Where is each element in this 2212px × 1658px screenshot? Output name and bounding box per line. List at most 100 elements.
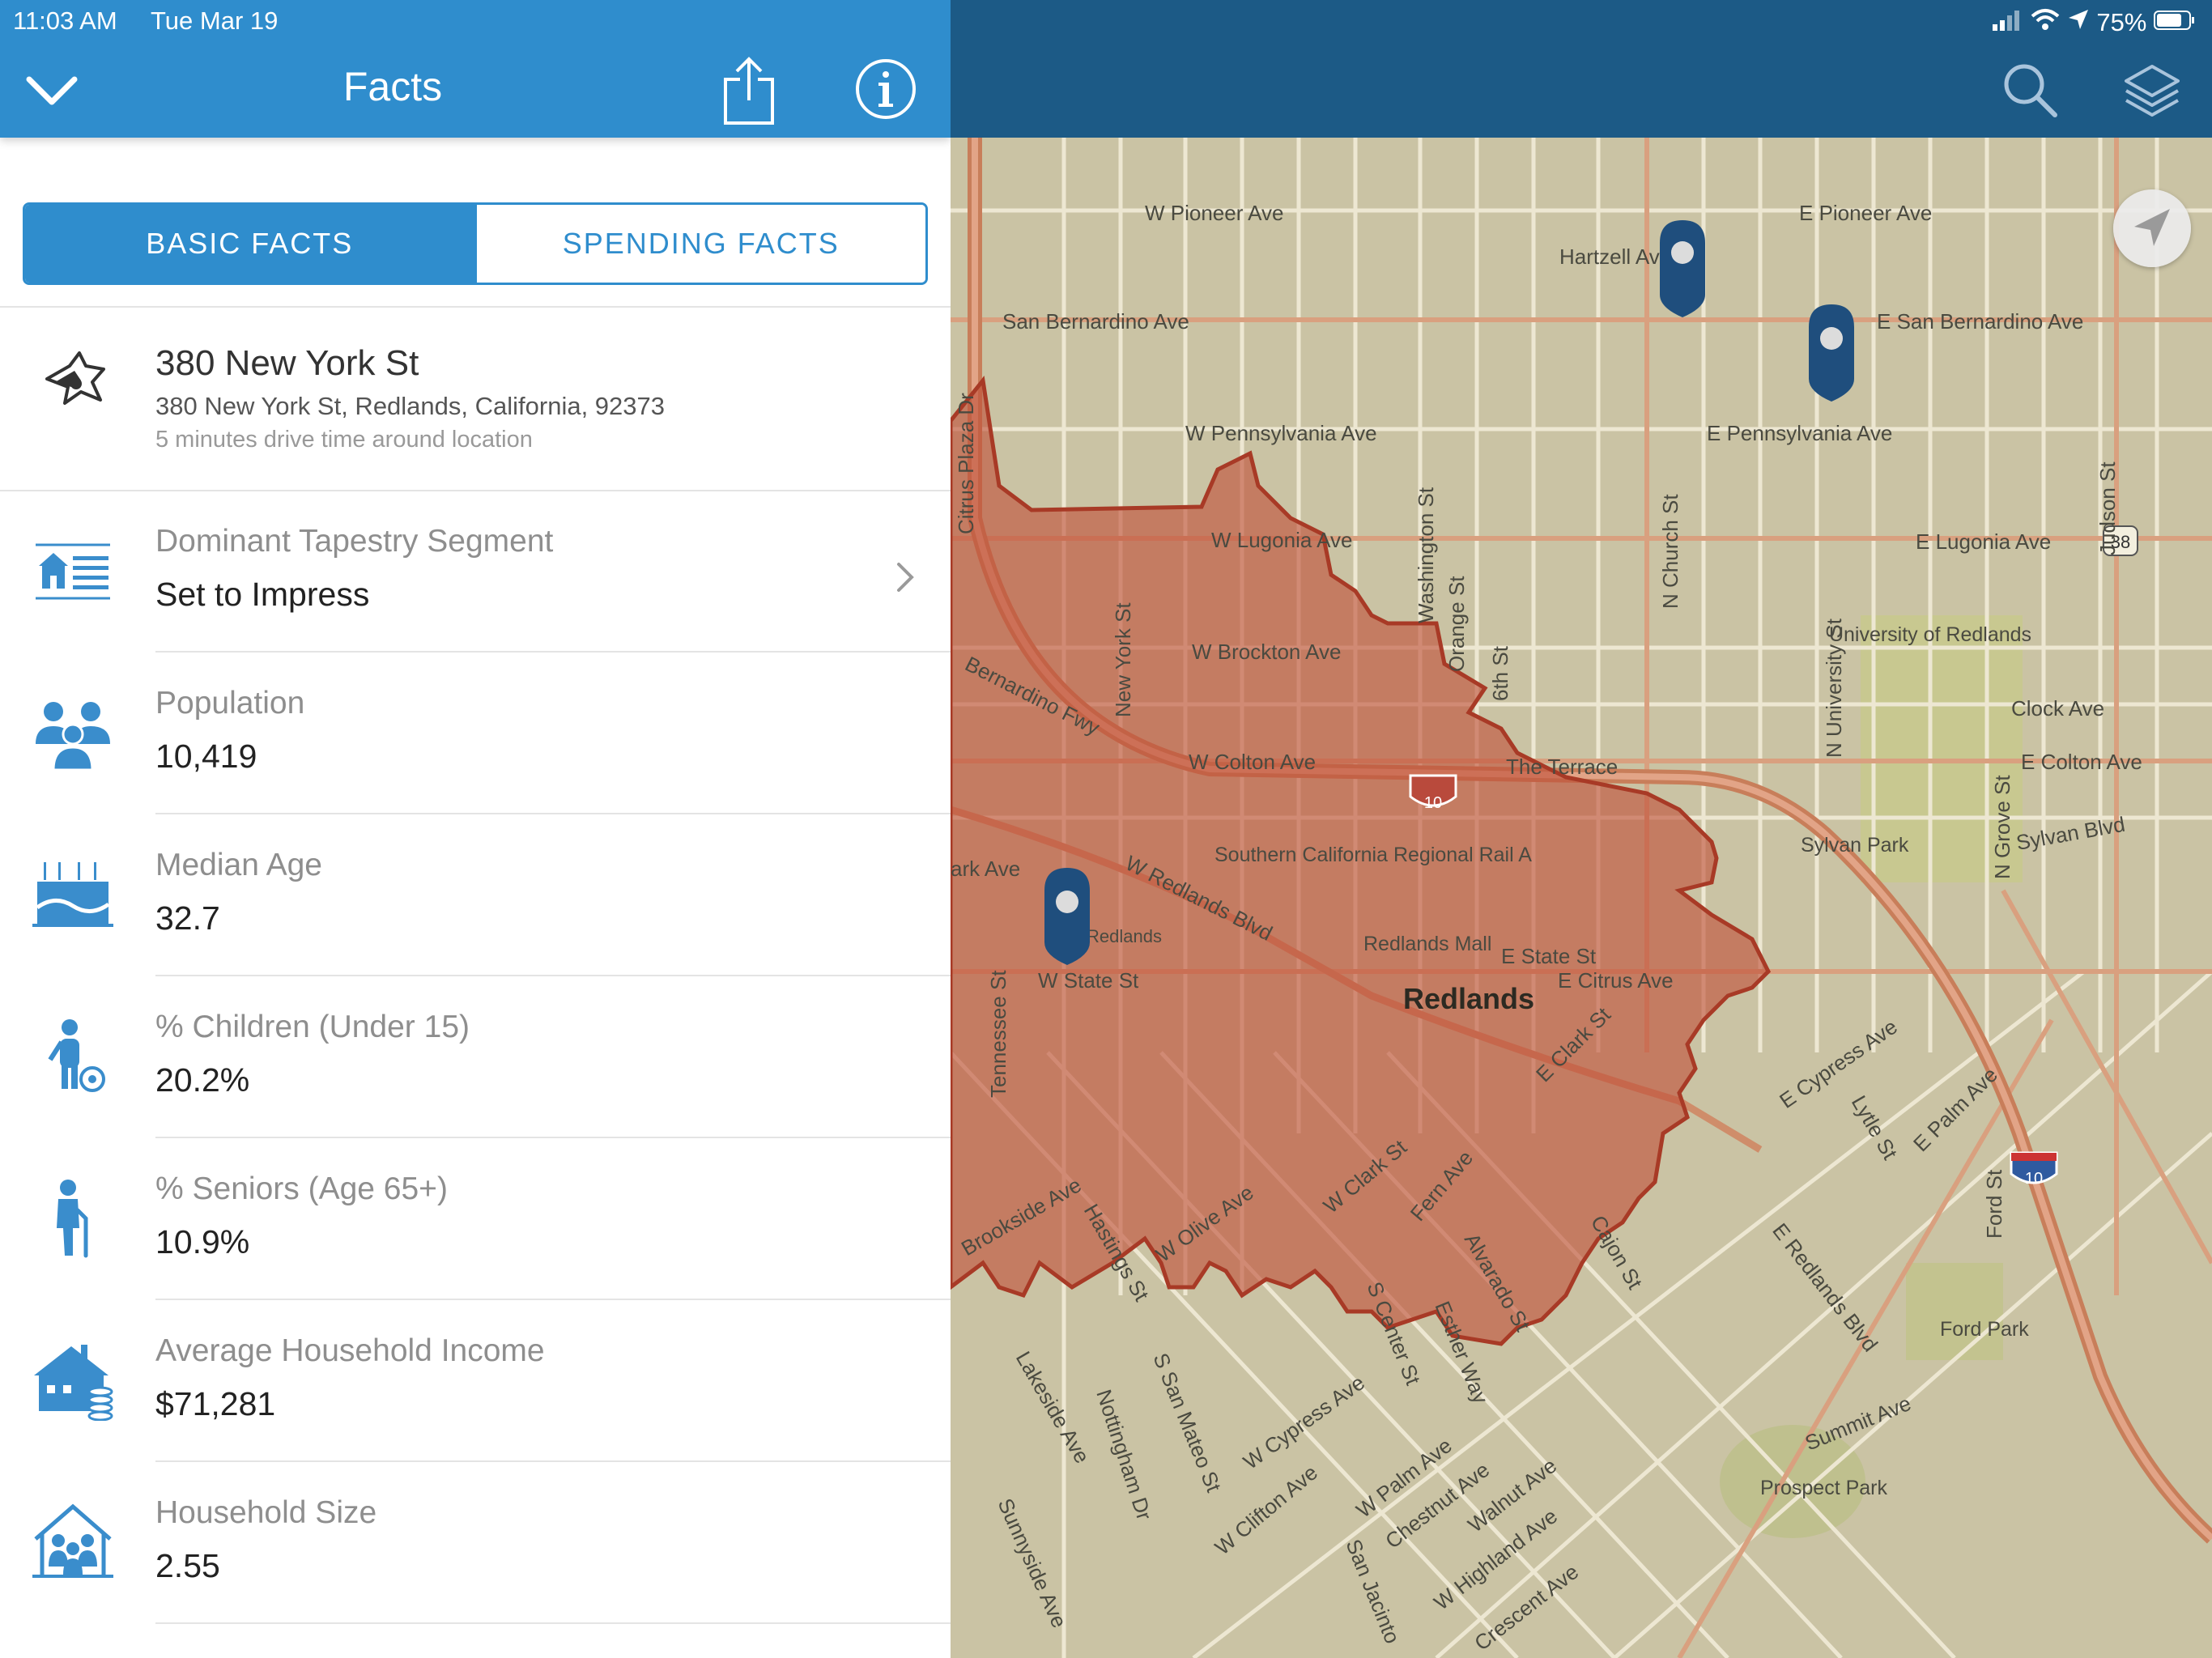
battery-percent: 75% (2096, 7, 2147, 36)
map-label: E Citrus Ave (1558, 968, 1674, 993)
map-label: Clock Ave (2011, 696, 2104, 721)
map-pin[interactable] (1809, 304, 1854, 402)
map-label: Ford St (1982, 1169, 2006, 1239)
divider (0, 306, 951, 308)
share-icon (724, 57, 774, 125)
fact-row-household-size: Household Size 2.55 (0, 1461, 951, 1623)
fact-label: Population (155, 686, 305, 721)
map-label: W Colton Ave (1189, 750, 1316, 774)
facts-panel: 11:03 AM Tue Mar 19 Facts BASIC FACTS SP… (0, 0, 951, 1658)
city-label: Redlands (1403, 982, 1534, 1015)
map-layers-button[interactable] (2120, 58, 2184, 123)
map-label: The Terrace (1506, 755, 1618, 779)
chevron-right-icon (897, 563, 914, 592)
svg-text:10: 10 (1424, 794, 1442, 812)
fact-label: Median Age (155, 848, 322, 882)
current-location-button[interactable] (2113, 189, 2191, 267)
fact-value: 2.55 (155, 1547, 220, 1584)
map-label: Judson St (2095, 461, 2120, 555)
map-label: W Pennsylvania Ave (1185, 421, 1377, 445)
map-label: ark Ave (951, 857, 1020, 881)
map-label: Tennessee St (986, 970, 1010, 1098)
drive-time-icon (45, 351, 105, 405)
fact-row-median-age: Median Age 32.7 (0, 814, 951, 976)
battery-icon (2154, 8, 2196, 37)
map-label: 6th St (1488, 645, 1512, 701)
signal-icon (1991, 8, 2023, 37)
status-date: Tue Mar 19 (151, 6, 279, 35)
map-search-button[interactable] (1998, 58, 2063, 123)
location-title: 380 New York St (155, 343, 419, 383)
fact-value: 20.2% (155, 1061, 250, 1099)
tab-basic-facts[interactable]: BASIC FACTS (25, 205, 474, 283)
navigation-arrow-icon (2134, 209, 2170, 246)
layers-icon (2125, 65, 2180, 117)
fact-row-household-income: Average Household Income $71,281 (0, 1299, 951, 1461)
fact-value: 32.7 (155, 899, 220, 937)
map-label: E Lugonia Ave (1916, 529, 2051, 554)
map-label: Citrus Plaza Dr (954, 393, 978, 534)
chevron-down-icon (26, 76, 78, 105)
info-button[interactable] (853, 57, 918, 121)
map-label: E San Bernardino Ave (1877, 309, 2083, 334)
map-label: E State St (1501, 944, 1597, 968)
tab-spending-facts[interactable]: SPENDING FACTS (474, 205, 925, 283)
map-label: New York St (1111, 602, 1135, 717)
fact-label: Dominant Tapestry Segment (155, 524, 554, 559)
house-money-icon (34, 1345, 113, 1421)
info-icon (856, 59, 916, 119)
svg-text:10: 10 (2025, 1170, 2043, 1188)
fact-label: % Seniors (Age 65+) (155, 1171, 448, 1206)
fact-row-children: % Children (Under 15) 20.2% (0, 976, 951, 1137)
place-label: Redlands Mall (1363, 933, 1491, 955)
fact-label: % Children (Under 15) (155, 1010, 470, 1044)
map-pin[interactable] (1660, 220, 1705, 317)
fact-value: Set to Impress (155, 576, 370, 613)
map-toolbar: 75% (951, 0, 2212, 138)
map-label: W Brockton Ave (1192, 640, 1342, 664)
map-label: W Pioneer Ave (1145, 201, 1284, 225)
facts-tabs: BASIC FACTS SPENDING FACTS (23, 202, 928, 285)
map-label: W Lugonia Ave (1211, 528, 1352, 552)
place-label: Sylvan Park (1801, 834, 1909, 857)
map-label: N Church St (1658, 494, 1682, 609)
map-view[interactable]: 10 10 38 W Pioneer Ave E Pioneer Ave Har… (951, 0, 2212, 1658)
map-pin-selected[interactable] (1044, 868, 1090, 965)
divider (155, 1622, 951, 1624)
fact-label: Average Household Income (155, 1333, 545, 1368)
fact-value: $71,281 (155, 1385, 276, 1422)
people-icon (36, 702, 110, 772)
fact-row-tapestry[interactable]: Dominant Tapestry Segment Set to Impress (0, 490, 951, 652)
fact-row-population: Population 10,419 (0, 652, 951, 814)
map-label: W State St (1038, 968, 1139, 993)
location-subtitle: 5 minutes drive time around location (155, 427, 533, 453)
location-address: 380 New York St, Redlands, California, 9… (155, 392, 666, 420)
ford-park-area (1906, 1263, 2003, 1360)
map-label: E Colton Ave (2021, 750, 2142, 774)
status-time: 11:03 AM (13, 6, 117, 35)
share-button[interactable] (721, 55, 777, 126)
place-label: Ford Park (1940, 1318, 2029, 1341)
senior-icon (57, 1180, 88, 1258)
place-label: Southern California Regional Rail A (1214, 844, 1532, 866)
birthday-cake-icon (32, 862, 113, 927)
panel-title: Facts (342, 64, 443, 109)
place-label: Prospect Park (1760, 1477, 1888, 1499)
map-label: E Pioneer Ave (1799, 201, 1932, 225)
collapse-button[interactable] (23, 68, 81, 113)
map-label: E Pennsylvania Ave (1707, 421, 1892, 445)
panel-header: 11:03 AM Tue Mar 19 Facts (0, 0, 951, 138)
map-label: N Grove St (1990, 775, 2014, 879)
fact-row-seniors: % Seniors (Age 65+) 10.9% (0, 1137, 951, 1299)
place-label: University of Redlands (1829, 623, 2031, 646)
household-icon (32, 1503, 113, 1578)
map-label: San Bernardino Ave (1002, 309, 1189, 334)
search-icon (2004, 64, 2057, 117)
map-label: Orange St (1444, 576, 1469, 672)
map-label: Hartzell Ave (1559, 244, 1671, 269)
fact-value: 10,419 (155, 738, 257, 775)
basemap[interactable]: 10 10 38 W Pioneer Ave E Pioneer Ave Har… (951, 0, 2212, 1658)
fact-value: 10.9% (155, 1223, 250, 1261)
tapestry-house-icon (36, 543, 110, 600)
child-icon (48, 1019, 105, 1092)
